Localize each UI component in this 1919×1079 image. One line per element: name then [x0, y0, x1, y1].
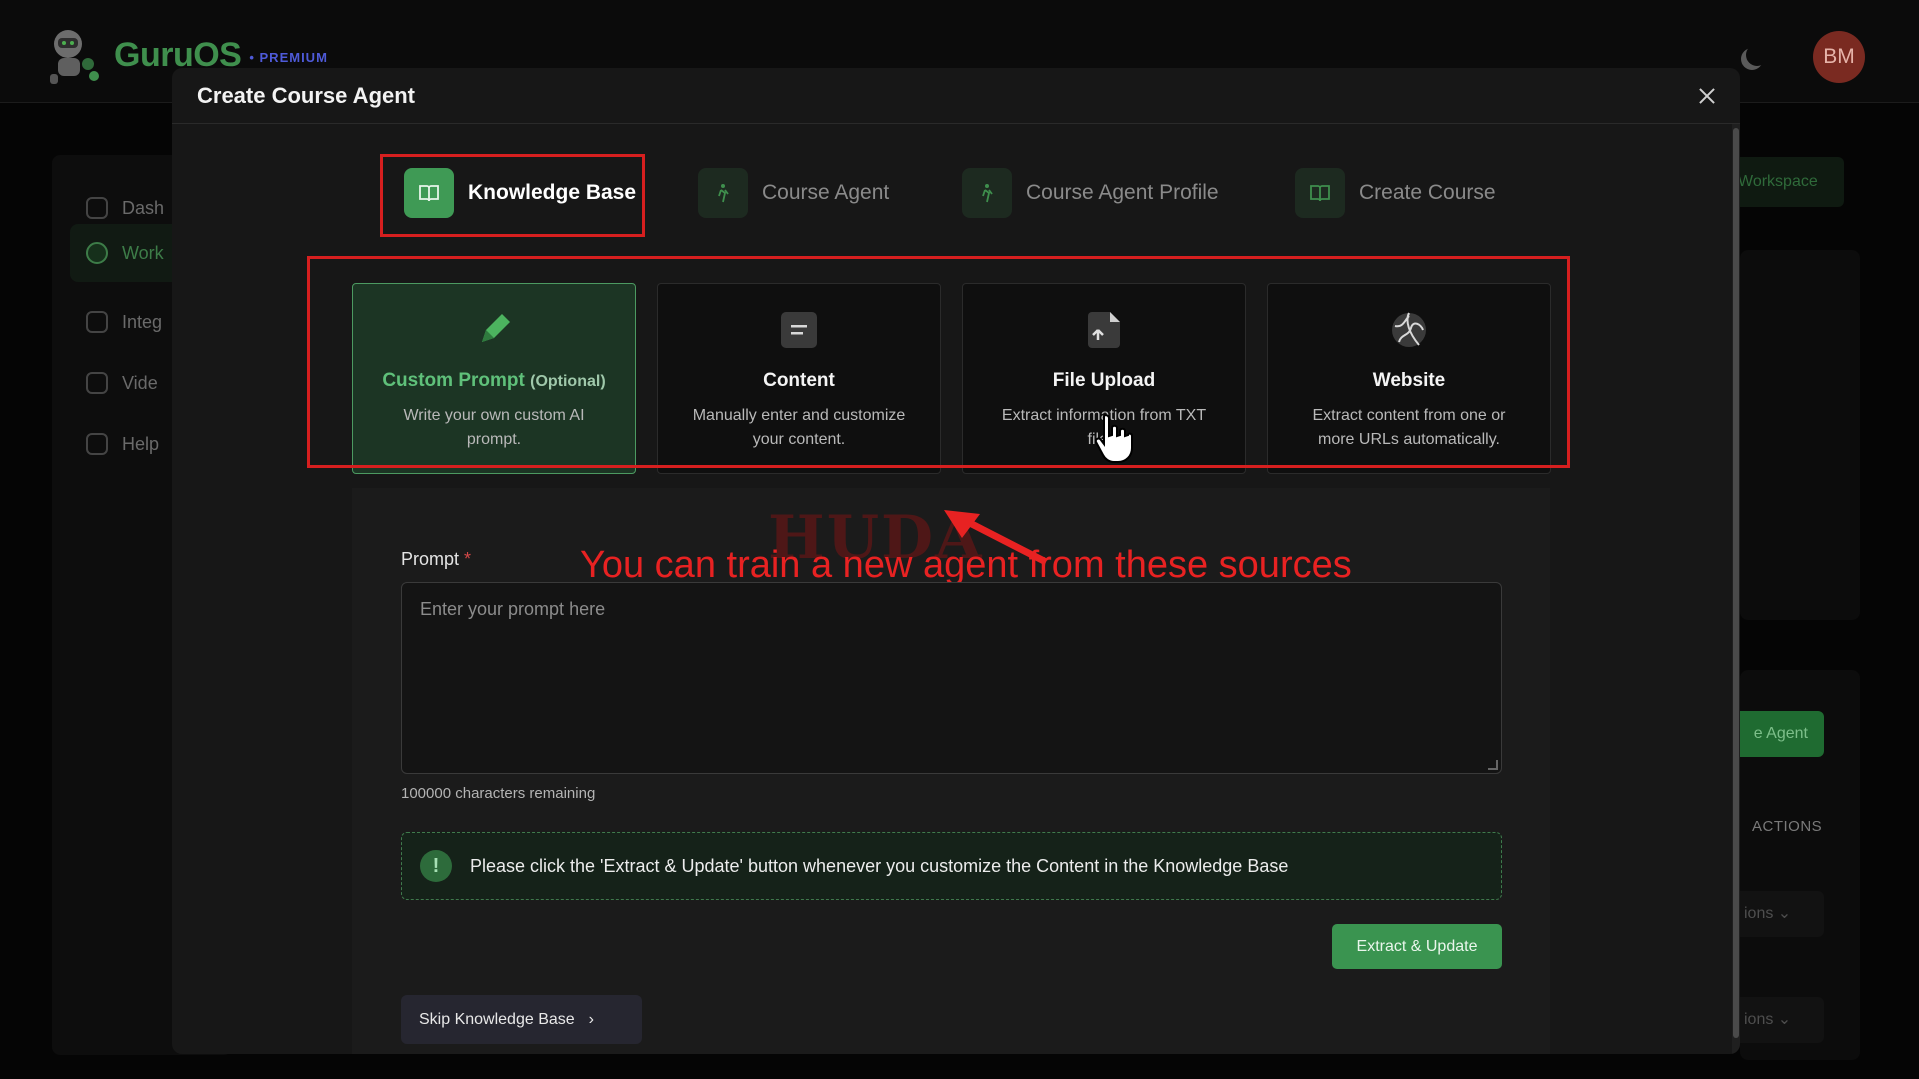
step-course-agent-profile[interactable]: Course Agent Profile	[962, 168, 1219, 218]
prompt-label: Prompt *	[401, 549, 472, 569]
extract-update-button[interactable]: Extract & Update	[1332, 924, 1502, 969]
skip-button-label: Skip Knowledge Base	[419, 1010, 575, 1028]
modal-title: Create Course Agent	[197, 83, 416, 108]
step-label: Course Agent	[762, 181, 890, 204]
figure-icon	[962, 168, 1012, 218]
sidebar-item-dashboard[interactable]: Dash	[86, 197, 164, 219]
scrollbar-thumb[interactable]	[1733, 128, 1739, 1038]
layers-icon	[86, 242, 108, 264]
user-avatar[interactable]: BM	[1813, 31, 1865, 83]
create-course-agent-modal: Create Course Agent Knowledge Base Cours…	[172, 68, 1740, 1054]
figure-icon	[698, 168, 748, 218]
chevron-right-icon: ›	[588, 1010, 594, 1028]
sidebar-item-label: Dash	[122, 197, 165, 218]
book-icon	[1295, 168, 1345, 218]
sidebar-item-label: Integ	[122, 311, 163, 332]
resize-handle-icon[interactable]	[1488, 760, 1498, 770]
annotation-box-steps	[380, 154, 645, 237]
skip-knowledge-base-button[interactable]: Skip Knowledge Base ›	[401, 995, 642, 1044]
video-icon	[86, 372, 108, 394]
step-label: Create Course	[1359, 181, 1496, 204]
premium-badge: • PREMIUM	[249, 49, 328, 65]
sidebar-item-label: Help	[122, 433, 160, 454]
robot-logo-icon	[44, 24, 106, 86]
sidebar-item-help[interactable]: Help	[86, 433, 159, 455]
home-icon	[86, 197, 108, 219]
step-course-agent[interactable]: Course Agent	[698, 168, 889, 218]
options-dropdown-label: ions	[1744, 1011, 1774, 1028]
actions-column-header: ACTIONS	[1752, 818, 1823, 835]
prompt-placeholder: Enter your prompt here	[420, 599, 606, 619]
step-label: Course Agent Profile	[1026, 181, 1219, 204]
close-icon[interactable]	[1694, 84, 1720, 110]
annotation-text: You can train a new agent from these sou…	[580, 544, 1352, 586]
step-create-course[interactable]: Create Course	[1295, 168, 1496, 218]
modal-header: Create Course Agent	[172, 68, 1740, 124]
annotation-box-sources	[307, 256, 1570, 468]
hand-cursor-icon	[1094, 414, 1133, 463]
moon-icon[interactable]	[1746, 44, 1768, 66]
chat-icon	[86, 433, 108, 455]
gear-icon	[86, 311, 108, 333]
required-marker: *	[464, 549, 472, 569]
prompt-textarea[interactable]: Enter your prompt here	[401, 582, 1502, 774]
alert-icon: !	[420, 850, 452, 882]
notice-text: Please click the 'Extract & Update' butt…	[470, 855, 1289, 876]
options-dropdown-label: ions	[1744, 905, 1774, 922]
sidebar-item-label: Vide	[122, 372, 158, 393]
sidebar-item-integrations[interactable]: Integ	[86, 311, 162, 333]
characters-remaining: 100000 characters remaining	[401, 785, 596, 802]
info-notice: ! Please click the 'Extract & Update' bu…	[401, 832, 1502, 900]
sidebar-item-label: Work	[122, 243, 164, 263]
options-dropdown[interactable]: ions ⌄	[1730, 997, 1824, 1043]
background-panel	[1740, 250, 1860, 620]
sidebar-item-videos[interactable]: Vide	[86, 372, 158, 394]
options-dropdown[interactable]: ions ⌄	[1730, 891, 1824, 937]
